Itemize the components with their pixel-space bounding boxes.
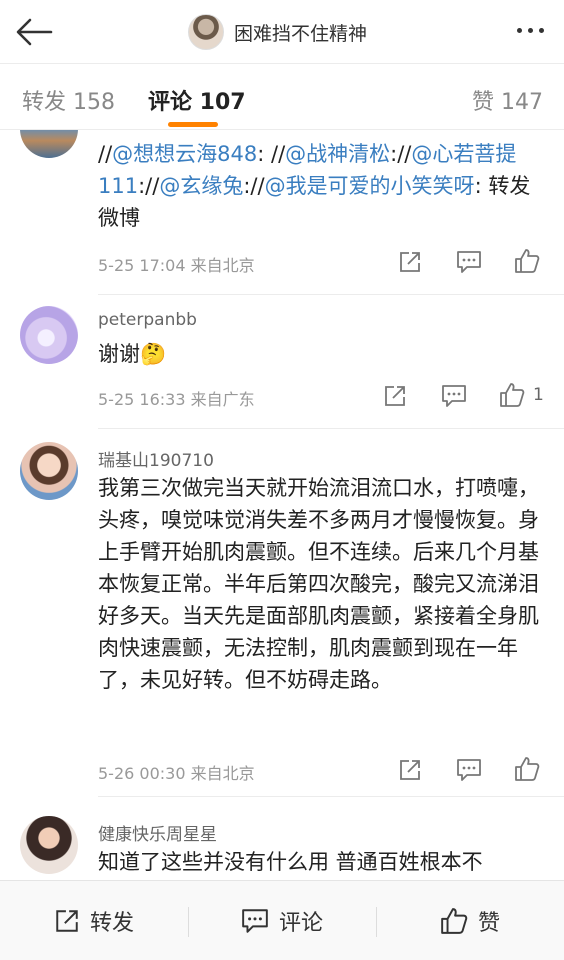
- thumbs-up-icon: [515, 249, 540, 273]
- avatar[interactable]: [20, 816, 78, 874]
- avatar[interactable]: [20, 442, 78, 500]
- tab-repost[interactable]: 转发 158: [22, 84, 115, 116]
- comment-text-segment: ://: [138, 174, 160, 198]
- repost-action[interactable]: [398, 758, 422, 782]
- comment-meta: 5-25 16:33 来自广东: [98, 390, 255, 409]
- reply-action[interactable]: [441, 384, 467, 408]
- back-button[interactable]: [14, 12, 54, 52]
- comment-icon: [242, 909, 268, 933]
- more-dots-icon: [516, 27, 522, 33]
- comment-icon: [442, 385, 466, 407]
- comment-button[interactable]: 评论: [188, 881, 376, 960]
- reply-action[interactable]: [456, 250, 482, 274]
- comment-text: 知道了这些并没有什么用 普通百姓根本不: [98, 850, 483, 874]
- reply-action[interactable]: [456, 758, 482, 782]
- tab-comments[interactable]: 评论 107: [148, 84, 246, 116]
- list-item: peterpanbb 谢谢🤔 5-25 16:33 来自广东 1: [0, 294, 564, 429]
- list-item: 瑞基山190710 我第三次做完当天就开始流泪流口水，打喷嚏，头疼，嗅觉味觉消失…: [0, 428, 564, 796]
- arrow-left-icon: [16, 18, 53, 46]
- comment-icon: [457, 759, 481, 781]
- thumbs-up-icon: [500, 383, 525, 407]
- mention-link[interactable]: @战神清松: [285, 142, 390, 166]
- share-icon: [56, 910, 78, 932]
- like-count: 1: [533, 385, 544, 405]
- repost-action[interactable]: [398, 250, 422, 274]
- comment-list[interactable]: //@想想云海848: //@战神清松://@心若菩提111://@玄缘兔://…: [0, 130, 564, 880]
- share-icon: [400, 760, 420, 780]
- tab-bar: 转发 158 评论 107 赞 147: [0, 64, 564, 130]
- thumbs-up-icon: [441, 908, 468, 934]
- avatar: [188, 14, 224, 50]
- comment-meta: 5-26 00:30 来自北京: [98, 764, 255, 783]
- repost-action[interactable]: [383, 384, 407, 408]
- tab-likes[interactable]: 赞 147: [472, 84, 543, 116]
- bottom-action-bar: 转发 评论 赞: [0, 880, 564, 960]
- share-icon: [385, 386, 405, 406]
- comment-text: //@想想云海848: //@战神清松://@心若菩提111://@玄缘兔://…: [98, 138, 544, 234]
- comment-author[interactable]: 健康快乐周星星: [98, 820, 217, 845]
- comment-author[interactable]: 瑞基山190710: [98, 446, 214, 471]
- avatar[interactable]: [20, 306, 78, 364]
- repost-button[interactable]: 转发: [0, 881, 188, 960]
- list-item: //@想想云海848: //@战神清松://@心若菩提111://@玄缘兔://…: [0, 130, 564, 295]
- list-item: 健康快乐周星星 知道了这些并没有什么用 普通百姓根本不: [0, 796, 564, 880]
- like-action[interactable]: [514, 248, 548, 274]
- share-icon: [400, 252, 420, 272]
- mention-link[interactable]: @想想云海848: [112, 142, 257, 166]
- post-author[interactable]: 困难挡不住精神: [188, 12, 367, 52]
- mention-link[interactable]: @玄缘兔: [159, 174, 243, 198]
- comment-author[interactable]: peterpanbb: [98, 310, 197, 330]
- like-action[interactable]: 1: [499, 382, 544, 408]
- comment-text-segment: //: [98, 142, 113, 166]
- thinking-emoji-icon: 🤔: [140, 342, 167, 366]
- comment-text-segment: ://: [390, 142, 412, 166]
- comment-text-segment: ://: [243, 174, 265, 198]
- more-button[interactable]: [510, 18, 550, 42]
- page-title: 困难挡不住精神: [234, 22, 368, 45]
- comment-text: 我第三次做完当天就开始流泪流口水，打喷嚏，头疼，嗅觉味觉消失差不多两月才慢慢恢复…: [98, 476, 539, 692]
- comment-text-segment: : //: [257, 142, 286, 166]
- comment-icon: [457, 251, 481, 273]
- like-button[interactable]: 赞: [376, 881, 564, 960]
- top-bar: 困难挡不住精神: [0, 0, 564, 64]
- thumbs-up-icon: [515, 757, 540, 781]
- avatar[interactable]: [20, 130, 78, 158]
- like-action[interactable]: [514, 756, 548, 782]
- mention-link[interactable]: @我是可爱的小笑笑呀: [265, 174, 475, 198]
- comment-meta: 5-25 17:04 来自北京: [98, 256, 255, 275]
- comment-text: 谢谢🤔: [98, 342, 167, 366]
- active-tab-indicator: [168, 122, 218, 127]
